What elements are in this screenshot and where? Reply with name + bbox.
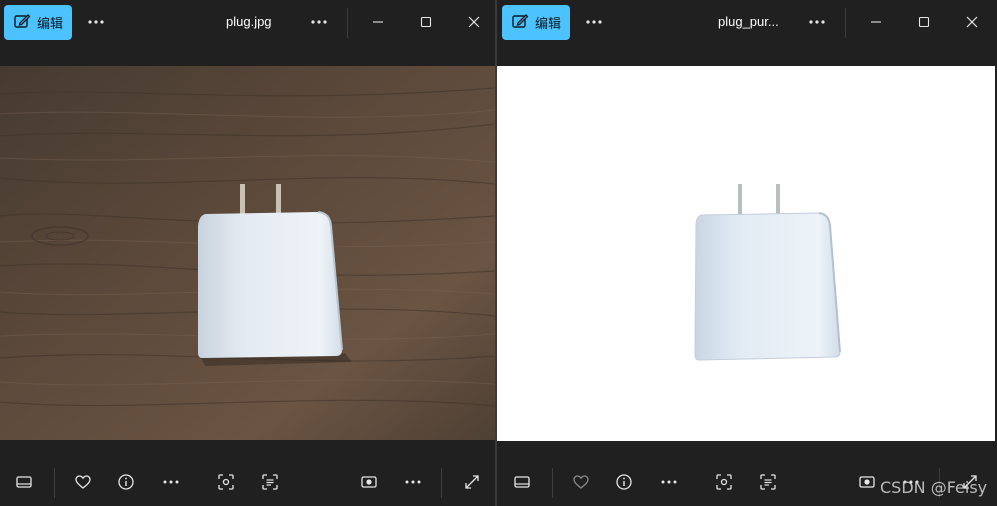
background-button[interactable]: [854, 470, 880, 494]
visual-search-icon: [716, 474, 732, 490]
edit-image-icon: [13, 12, 31, 33]
filmstrip-button[interactable]: [509, 470, 535, 494]
minimize-icon: [871, 21, 881, 23]
more-icon: [88, 20, 104, 24]
background-button[interactable]: [356, 470, 382, 494]
maximize-icon: [420, 16, 432, 28]
photo-plug-on-wood: [0, 66, 495, 440]
favorite-button[interactable]: [568, 470, 594, 494]
filmstrip-button[interactable]: [11, 470, 37, 494]
info-icon: [118, 474, 134, 490]
toolbar-divider: [441, 468, 442, 498]
expand-icon: [465, 475, 479, 489]
title-divider: [845, 8, 846, 38]
info-button[interactable]: [611, 470, 637, 494]
edit-label: 编辑: [36, 16, 63, 31]
text-scan-icon: [262, 474, 278, 490]
close-icon: [468, 16, 480, 28]
photo-viewer-window-left: 编辑 plug.jpg: [0, 0, 495, 506]
file-name: plug.jpg: [226, 14, 272, 29]
maximize-icon: [918, 16, 930, 28]
favorite-button[interactable]: [70, 470, 96, 494]
edit-button[interactable]: 编辑: [502, 5, 570, 40]
toolbar-more-button[interactable]: [158, 470, 184, 494]
file-more-button[interactable]: [306, 12, 332, 32]
text-scan-button[interactable]: [257, 470, 283, 494]
fullscreen-button[interactable]: [459, 470, 485, 494]
photo-viewer-window-right: 编辑 plug_pur...: [497, 0, 997, 506]
toolbar-divider: [552, 468, 553, 498]
toolbar-more-button[interactable]: [656, 470, 682, 494]
info-button[interactable]: [113, 470, 139, 494]
text-scan-icon: [760, 474, 776, 490]
edit-label: 编辑: [534, 16, 561, 31]
photo-plug-background-removed: [497, 66, 995, 441]
more-icon: [586, 20, 602, 24]
close-button[interactable]: [954, 8, 990, 36]
more-icon: [809, 20, 825, 24]
bottom-toolbar: [0, 458, 495, 506]
more-icon: [163, 480, 179, 484]
filmstrip-icon: [514, 476, 530, 488]
minimize-icon: [373, 21, 383, 23]
more-options-button[interactable]: [83, 12, 109, 32]
info-icon: [616, 474, 632, 490]
title-divider: [347, 8, 348, 38]
csdn-watermark: CSDN @Feisy: [880, 478, 988, 497]
background-icon: [361, 476, 377, 488]
more-icon: [311, 20, 327, 24]
visual-search-icon: [218, 474, 234, 490]
more-options-button[interactable]: [581, 12, 607, 32]
more-tools-button[interactable]: [400, 470, 426, 494]
file-name: plug_pur...: [718, 14, 779, 29]
edit-button[interactable]: 编辑: [4, 5, 72, 40]
visual-search-button[interactable]: [711, 470, 737, 494]
heart-icon: [75, 475, 91, 489]
heart-icon: [573, 475, 589, 489]
minimize-button[interactable]: [858, 8, 894, 36]
close-icon: [966, 16, 978, 28]
more-icon: [661, 480, 677, 484]
minimize-button[interactable]: [360, 8, 396, 36]
maximize-button[interactable]: [906, 8, 942, 36]
close-button[interactable]: [456, 8, 492, 36]
title-bar: 编辑 plug.jpg: [0, 0, 495, 44]
visual-search-button[interactable]: [213, 470, 239, 494]
filmstrip-icon: [16, 476, 32, 488]
title-bar: 编辑 plug_pur...: [497, 0, 997, 44]
maximize-button[interactable]: [408, 8, 444, 36]
toolbar-divider: [54, 468, 55, 498]
background-icon: [859, 476, 875, 488]
file-more-button[interactable]: [804, 12, 830, 32]
more-icon: [405, 480, 421, 484]
edit-image-icon: [511, 12, 529, 33]
text-scan-button[interactable]: [755, 470, 781, 494]
